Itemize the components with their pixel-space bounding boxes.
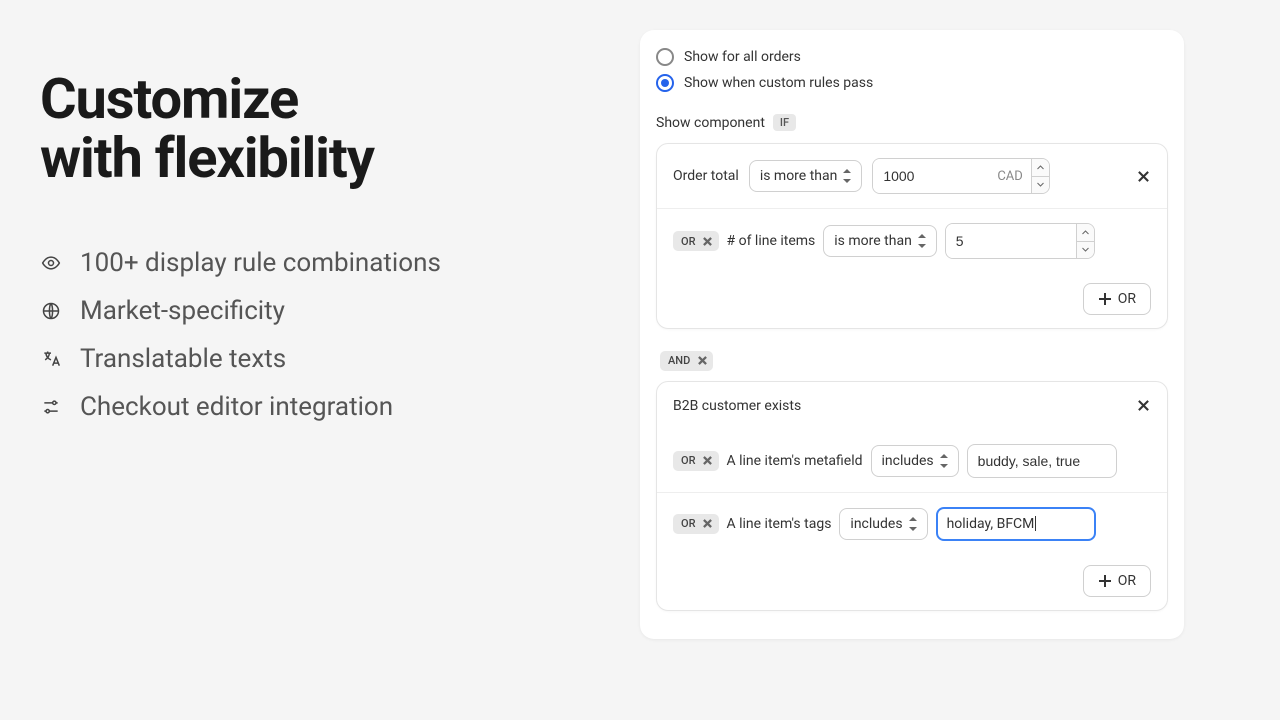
rule-field-label: B2B customer exists [673, 398, 801, 414]
rule-row-metafield: OR A line item's metafield includes [657, 430, 1167, 492]
feature-item: 100+ display rule combinations [40, 248, 600, 278]
number-stepper [1076, 224, 1094, 258]
feature-label: Checkout editor integration [80, 392, 393, 422]
or-tag: OR [673, 451, 719, 471]
rule-field-label: # of line items [727, 233, 816, 249]
remove-rule-button[interactable] [1135, 398, 1151, 414]
stepper-up[interactable] [1032, 159, 1049, 177]
value-input[interactable]: holiday, BFCM [936, 507, 1096, 541]
rule-block: B2B customer exists OR A line item's met… [656, 381, 1168, 611]
feature-item: Checkout editor integration [40, 392, 600, 422]
stepper-down[interactable] [1077, 242, 1094, 259]
value-input-wrap: CAD [872, 158, 1049, 194]
sliders-icon [40, 396, 62, 418]
feature-label: 100+ display rule combinations [80, 248, 441, 278]
stepper-up[interactable] [1077, 224, 1094, 242]
rule-row-b2b: B2B customer exists [657, 382, 1167, 430]
value-input[interactable] [873, 159, 993, 193]
radio-icon [656, 48, 674, 66]
remove-rule-button[interactable] [1135, 168, 1151, 184]
chevron-updown-icon [918, 235, 926, 247]
feature-label: Translatable texts [80, 344, 286, 374]
rule-block: Order total is more than CAD [656, 143, 1168, 329]
page-heading: Customize with flexibility [40, 70, 600, 188]
translate-icon [40, 348, 62, 370]
remove-tag-button[interactable] [701, 517, 715, 531]
radio-option-custom-rules[interactable]: Show when custom rules pass [656, 70, 1168, 96]
currency-label: CAD [993, 159, 1030, 193]
rule-row-tags: OR A line item's tags includes holiday, … [657, 492, 1167, 555]
chevron-updown-icon [940, 455, 948, 467]
eye-icon [40, 252, 62, 274]
radio-label: Show when custom rules pass [684, 75, 873, 91]
operator-select[interactable]: is more than [749, 160, 863, 192]
plus-icon [1098, 574, 1112, 588]
rules-card: Show for all orders Show when custom rul… [640, 30, 1184, 639]
number-stepper [1031, 159, 1049, 193]
operator-select[interactable]: is more than [823, 225, 937, 257]
feature-item: Translatable texts [40, 344, 600, 374]
radio-icon [656, 74, 674, 92]
show-component-label-row: Show component IF [656, 114, 1168, 131]
add-or-row: OR [657, 555, 1167, 610]
add-or-row: OR [657, 273, 1167, 328]
chevron-updown-icon [843, 170, 851, 182]
remove-tag-button[interactable] [701, 234, 715, 248]
rule-field-label: Order total [673, 168, 739, 184]
rule-row-order-total: Order total is more than CAD [657, 144, 1167, 208]
add-or-button[interactable]: OR [1083, 283, 1151, 315]
add-or-button[interactable]: OR [1083, 565, 1151, 597]
rule-field-label: A line item's metafield [727, 453, 863, 469]
show-component-label: Show component [656, 115, 765, 131]
value-input[interactable] [967, 444, 1117, 478]
rule-row-line-items: OR # of line items is more than [657, 208, 1167, 273]
remove-tag-button[interactable] [695, 354, 709, 368]
operator-select[interactable]: includes [839, 508, 927, 540]
or-tag: OR [673, 514, 719, 534]
chevron-updown-icon [909, 518, 917, 530]
rule-field-label: A line item's tags [727, 516, 832, 532]
plus-icon [1098, 292, 1112, 306]
remove-tag-button[interactable] [701, 454, 715, 468]
if-badge: IF [773, 114, 796, 131]
radio-option-all-orders[interactable]: Show for all orders [656, 44, 1168, 70]
value-input-wrap [945, 223, 1095, 259]
feature-label: Market-specificity [80, 296, 285, 326]
feature-item: Market-specificity [40, 296, 600, 326]
and-connector-row: AND [656, 339, 1168, 381]
globe-icon [40, 300, 62, 322]
text-cursor [1035, 516, 1036, 531]
feature-list: 100+ display rule combinations Market-sp… [40, 248, 600, 422]
radio-label: Show for all orders [684, 49, 801, 65]
visibility-radio-group: Show for all orders Show when custom rul… [656, 44, 1168, 96]
value-input[interactable] [946, 224, 1076, 258]
operator-select[interactable]: includes [871, 445, 959, 477]
or-tag: OR [673, 231, 719, 251]
stepper-down[interactable] [1032, 177, 1049, 194]
and-tag: AND [660, 351, 713, 371]
